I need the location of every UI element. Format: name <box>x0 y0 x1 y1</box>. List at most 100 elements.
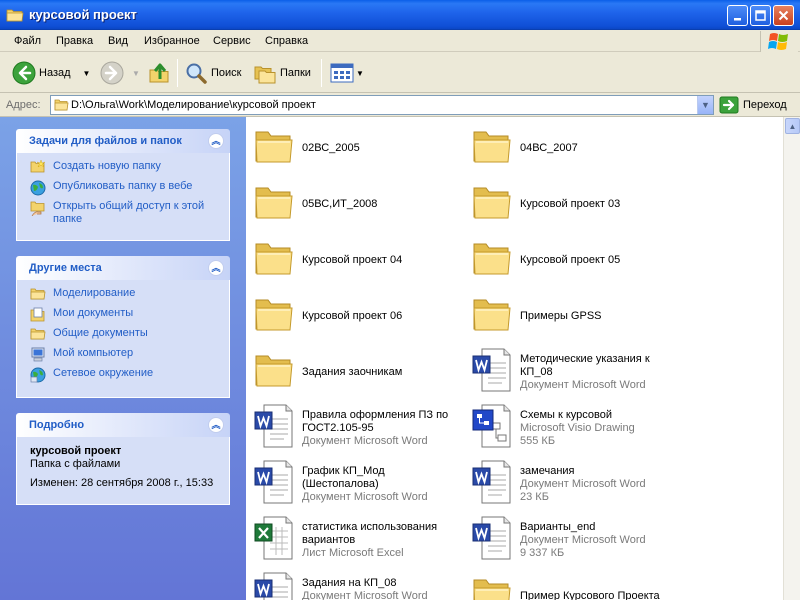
views-button[interactable]: ▼ <box>330 53 364 93</box>
explorer-window: курсовой проект Файл Правка Вид Избранно… <box>0 0 800 600</box>
folder-item[interactable]: Курсовой проект 05 <box>464 233 684 283</box>
place-shared-documents[interactable]: Общие документы <box>17 327 229 347</box>
views-dropdown-icon[interactable]: ▼ <box>356 69 364 78</box>
place-modeling[interactable]: Моделирование <box>17 287 229 307</box>
folder-icon <box>473 131 511 163</box>
folder-item[interactable]: Пример Курсового Проекта <box>464 569 684 600</box>
file-text: Задания заочникам <box>302 366 462 379</box>
file-icon <box>472 295 512 336</box>
folder-icon <box>473 187 511 219</box>
task-share-folder[interactable]: Открыть общий доступ к этой папке <box>17 200 229 226</box>
folder-item[interactable]: Задания заочникам <box>246 345 466 395</box>
window-title: курсовой проект <box>29 7 137 22</box>
file-icon <box>254 183 294 224</box>
folders-button[interactable]: Папки <box>253 53 311 93</box>
details-name: курсовой проект <box>30 445 122 457</box>
minimize-button[interactable] <box>727 5 748 26</box>
menu-edit[interactable]: Правка <box>56 35 93 47</box>
word-document-icon <box>254 572 293 600</box>
forward-dropdown-icon[interactable]: ▼ <box>132 69 140 78</box>
menu-help[interactable]: Справка <box>265 35 308 47</box>
task-publish-web[interactable]: Опубликовать папку в вебе <box>17 180 229 200</box>
folder-item[interactable]: 05ВС,ИТ_2008 <box>246 177 466 227</box>
task-label: Создать новую папку <box>53 160 161 172</box>
file-tasks-header[interactable]: Задачи для файлов и папок ︽ <box>16 129 230 153</box>
details-body: курсовой проект Папка с файлами Изменен:… <box>16 437 230 505</box>
file-name: Схемы к курсовой <box>520 409 612 421</box>
folder-item[interactable]: 04ВС_2007 <box>464 121 684 171</box>
go-button[interactable]: Переход <box>719 95 787 115</box>
visio-drawing-icon <box>472 404 511 448</box>
folder-item[interactable]: Курсовой проект 03 <box>464 177 684 227</box>
file-icon <box>254 351 294 392</box>
collapse-chevron-icon[interactable]: ︽ <box>208 417 224 433</box>
file-tasks-panel: Задачи для файлов и папок ︽ Создать нову… <box>16 129 230 241</box>
address-input[interactable]: D:\Ольга\Work\Моделирование\курсовой про… <box>50 95 714 115</box>
windows-logo <box>760 31 798 52</box>
other-places-header[interactable]: Другие места ︽ <box>16 256 230 280</box>
file-name: Курсовой проект 06 <box>302 310 403 322</box>
menu-file[interactable]: Файл <box>14 35 41 47</box>
file-text: статистика использования вариантов Лист M… <box>302 521 462 560</box>
chevron-down-icon: ▼ <box>701 100 710 110</box>
menu-tools[interactable]: Сервис <box>213 35 251 47</box>
vertical-scrollbar[interactable]: ▲ <box>783 117 800 600</box>
file-list: 02ВС_2005 04ВС_2007 05ВС,ИТ_2008 Курсовой п… <box>246 117 783 600</box>
file-type: Документ Microsoft Word <box>520 379 646 391</box>
folder-item[interactable]: Курсовой проект 04 <box>246 233 466 283</box>
place-my-computer[interactable]: Мой компьютер <box>17 347 229 367</box>
standard-toolbar: Назад ▼ ▼ Поиск Папки ▼ <box>0 53 800 93</box>
file-icon <box>254 459 294 508</box>
close-icon <box>778 10 789 21</box>
folder-item[interactable]: 02ВС_2005 <box>246 121 466 171</box>
up-folder-button[interactable] <box>148 53 172 93</box>
file-item[interactable]: Варианты_end Документ Microsoft Word 9 337… <box>464 513 684 563</box>
place-my-documents[interactable]: Мои документы <box>17 307 229 327</box>
folders-label: Папки <box>280 67 311 79</box>
search-button[interactable]: Поиск <box>184 53 241 93</box>
collapse-chevron-icon[interactable]: ︽ <box>208 133 224 149</box>
file-item[interactable]: Правила оформления ПЗ по ГОСТ2.105-95 Док… <box>246 401 466 451</box>
search-label: Поиск <box>211 67 242 79</box>
file-item[interactable]: Задания на КП_08 Документ Microsoft Word <box>246 569 466 600</box>
task-new-folder[interactable]: Создать новую папку <box>17 160 229 180</box>
file-text: Курсовой проект 06 <box>302 310 462 323</box>
file-item[interactable]: Схемы к курсовой Microsoft Visio Drawing 5… <box>464 401 684 451</box>
menu-view[interactable]: Вид <box>108 35 128 47</box>
maximize-button[interactable] <box>750 5 771 26</box>
folder-item[interactable]: Курсовой проект 06 <box>246 289 466 339</box>
file-item[interactable]: График КП_Мод (Шестопалова) Документ Micr… <box>246 457 466 507</box>
back-button[interactable]: Назад ▼ <box>12 53 90 93</box>
file-icon <box>254 403 294 452</box>
place-network[interactable]: Сетевое окружение <box>17 367 229 387</box>
details-header[interactable]: Подробно ︽ <box>16 413 230 437</box>
folder-icon <box>473 579 511 600</box>
folder-icon <box>54 99 69 111</box>
file-type: Документ Microsoft Word <box>302 491 428 503</box>
folder-icon <box>30 288 46 300</box>
back-dropdown-icon[interactable]: ▼ <box>83 69 91 78</box>
file-item[interactable]: Методические указания к КП_08 Документ Mi… <box>464 345 684 395</box>
word-document-icon <box>254 460 293 504</box>
file-icon <box>472 459 512 508</box>
forward-button[interactable]: ▼ <box>100 53 140 93</box>
new-folder-icon <box>30 160 46 173</box>
file-text: Варианты_end Документ Microsoft Word 9 337… <box>520 521 680 560</box>
file-name: Курсовой проект 05 <box>520 254 621 266</box>
folder-icon <box>255 187 293 219</box>
menu-favorites[interactable]: Избранное <box>144 35 200 47</box>
scroll-up-button[interactable]: ▲ <box>785 118 800 134</box>
file-item[interactable]: статистика использования вариантов Лист M… <box>246 513 466 563</box>
folder-item[interactable]: Примеры GPSS <box>464 289 684 339</box>
other-places-body: Моделирование Мои документы Общие докуме… <box>16 280 230 398</box>
file-item[interactable]: замечания Документ Microsoft Word 23 КБ <box>464 457 684 507</box>
close-button[interactable] <box>773 5 794 26</box>
collapse-chevron-icon[interactable]: ︽ <box>208 260 224 276</box>
file-text: График КП_Мод (Шестопалова) Документ Micr… <box>302 465 462 504</box>
file-icon <box>472 347 512 396</box>
file-text: 04ВС_2007 <box>520 142 680 155</box>
file-name: Правила оформления ПЗ по ГОСТ2.105-95 <box>302 409 449 434</box>
title-bar[interactable]: курсовой проект <box>0 0 800 30</box>
address-dropdown-button[interactable]: ▼ <box>697 96 713 114</box>
file-size: 23 КБ <box>520 491 549 503</box>
